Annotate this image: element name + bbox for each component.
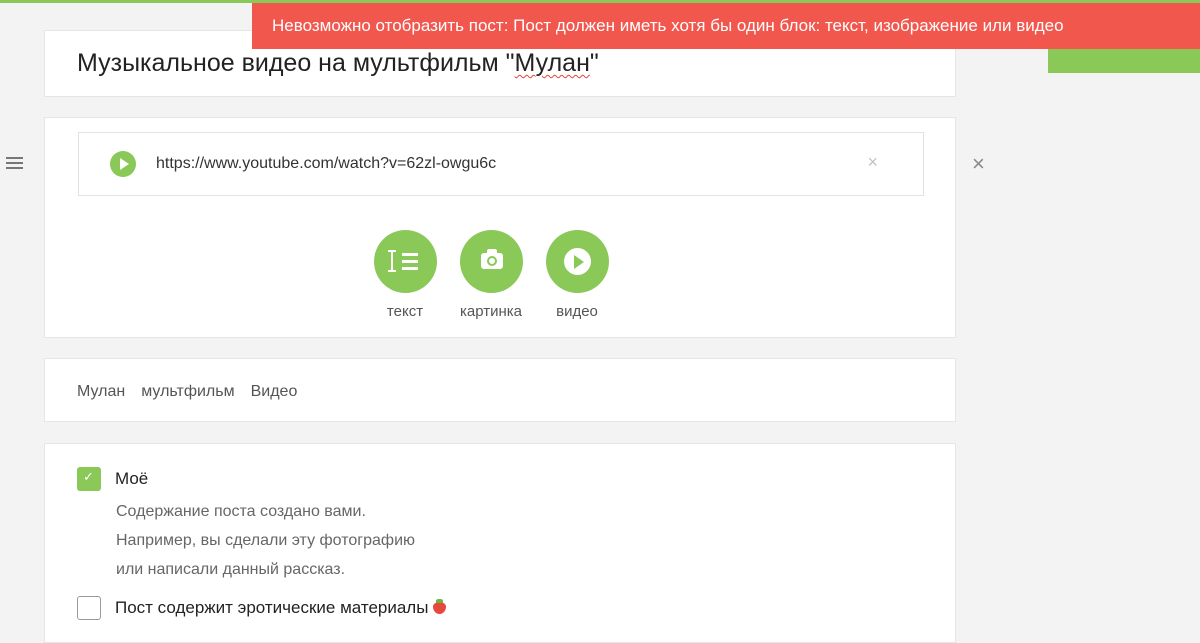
video-block-card: https://www.youtube.com/watch?v=62zl-owg… (44, 117, 956, 338)
tag[interactable]: Мулан (77, 383, 125, 400)
tag[interactable]: Видео (251, 383, 298, 400)
tag[interactable]: мультфильм (141, 383, 234, 400)
error-notification: Невозможно отобразить пост: Пост должен … (252, 3, 1200, 49)
tags-list: Мулан мультфильм Видео (77, 383, 313, 401)
drag-handle-icon[interactable] (6, 157, 23, 171)
mine-description-line: Содержание поста создано вами. (116, 503, 366, 520)
video-block-circle[interactable] (545, 230, 609, 293)
post-title-input[interactable]: Музыкальное видео на мультфильм "Мулан" (77, 49, 599, 78)
video-play-icon (110, 151, 136, 177)
mine-description: Содержание поста создано вами. Например,… (116, 497, 415, 584)
add-video-block-button[interactable]: видео (545, 230, 609, 320)
post-options-card: Моё Содержание поста создано вами. Напри… (44, 443, 956, 643)
mine-description-line: Например, вы сделали эту фотографию (116, 532, 415, 549)
strawberry-icon (433, 599, 447, 614)
post-title-misspelled-word: Мулан (514, 49, 590, 77)
video-url-field[interactable]: https://www.youtube.com/watch?v=62zl-owg… (78, 132, 924, 196)
camera-icon (480, 249, 503, 269)
mine-checkbox[interactable] (77, 467, 101, 491)
add-image-block-button[interactable]: картинка (459, 230, 523, 320)
mine-label[interactable]: Моё (115, 469, 148, 489)
add-image-label: картинка (459, 303, 522, 320)
mine-description-line: или написали данный рассказ. (116, 561, 346, 578)
post-title-text: Музыкальное видео на мультфильм " (77, 49, 515, 77)
add-text-block-button[interactable]: текст (373, 230, 437, 320)
remove-block-icon[interactable]: × (972, 153, 985, 175)
add-video-label: видео (556, 303, 598, 320)
erotic-option[interactable]: Пост содержит эротические материалы (115, 598, 447, 618)
text-block-circle[interactable] (373, 230, 437, 293)
clear-url-icon[interactable]: × (867, 153, 878, 171)
image-block-circle[interactable] (459, 230, 523, 293)
erotic-label: Пост содержит эротические материалы (115, 598, 429, 617)
error-text: Невозможно отобразить пост: Пост должен … (272, 16, 1064, 35)
publish-button[interactable] (1048, 49, 1200, 73)
add-text-label: текст (386, 303, 424, 320)
text-block-icon (387, 250, 421, 272)
video-url-text: https://www.youtube.com/watch?v=62zl-owg… (156, 155, 497, 172)
tags-card[interactable]: Мулан мультфильм Видео (44, 358, 956, 422)
erotic-checkbox[interactable] (77, 596, 101, 620)
play-icon (563, 248, 591, 275)
post-title-end: " (589, 49, 599, 77)
